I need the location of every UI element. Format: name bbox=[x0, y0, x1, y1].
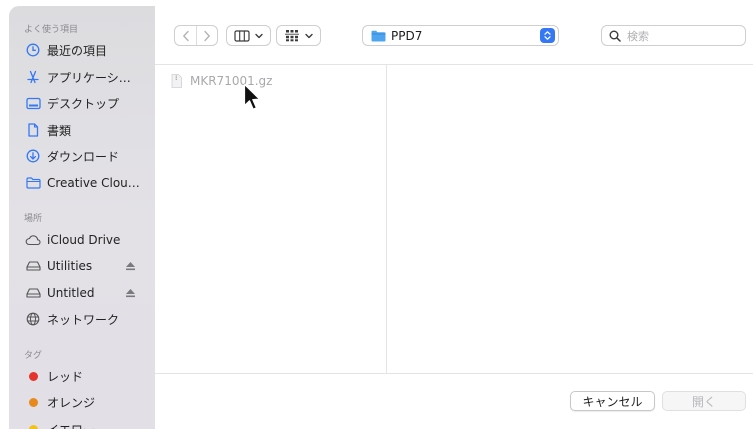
sidebar-item-label: Utilities bbox=[47, 259, 93, 273]
search-field[interactable]: 検索 bbox=[601, 25, 746, 46]
group-by-button[interactable] bbox=[276, 25, 321, 46]
sidebar-item-utilities[interactable]: Utilities bbox=[25, 256, 153, 276]
sidebar-item-label: Creative Clou… bbox=[47, 176, 140, 190]
mouse-cursor-icon bbox=[243, 83, 261, 110]
eject-icon[interactable] bbox=[125, 287, 137, 299]
location-popup[interactable]: PPD7 bbox=[362, 25, 559, 46]
sidebar-item-icloud-drive[interactable]: iCloud Drive bbox=[25, 230, 153, 250]
sidebar-item-downloads[interactable]: ダウンロード bbox=[25, 146, 153, 166]
cloud-icon bbox=[25, 232, 41, 248]
sidebar-item-creative-cloud[interactable]: Creative Clou… bbox=[25, 173, 153, 193]
search-icon bbox=[609, 30, 621, 42]
locations-header: 場所 bbox=[24, 214, 43, 224]
yellow-tag-icon bbox=[25, 421, 41, 429]
sidebar-item-label: 書類 bbox=[47, 123, 72, 138]
sidebar-item-untitled[interactable]: Untitled bbox=[25, 283, 153, 303]
location-label: PPD7 bbox=[391, 28, 423, 43]
forward-button[interactable] bbox=[196, 26, 217, 45]
drive-icon bbox=[25, 285, 41, 301]
chevron-down-icon bbox=[305, 33, 313, 38]
orange-tag-icon bbox=[25, 394, 41, 410]
sidebar-item-recents[interactable]: 最近の項目 bbox=[25, 40, 153, 60]
network-icon bbox=[25, 311, 41, 327]
drive-icon bbox=[25, 258, 41, 274]
search-placeholder: 検索 bbox=[627, 29, 649, 43]
sidebar-item-tag-red[interactable]: レッド bbox=[25, 366, 153, 386]
footer-divider bbox=[155, 373, 753, 374]
back-button[interactable] bbox=[175, 26, 196, 45]
document-icon bbox=[25, 122, 41, 138]
chevron-right-icon bbox=[204, 30, 211, 41]
sidebar-item-tag-yellow[interactable]: イエロー bbox=[25, 419, 153, 429]
archive-file-icon bbox=[171, 74, 182, 88]
sidebar-item-label: ネットワーク bbox=[47, 312, 120, 327]
eject-icon[interactable] bbox=[125, 260, 137, 272]
file-browser: PPD7 検索 MKR71001.gz キャンセル 開く bbox=[155, 0, 753, 429]
columns-view-icon bbox=[234, 29, 250, 42]
open-button[interactable]: 開く bbox=[662, 391, 746, 411]
sidebar: よく使う項目 最近の項目 アプリケーシ… デスクトップ 書類 ダウンロード Cr… bbox=[9, 6, 155, 429]
sidebar-item-desktop[interactable]: デスクトップ bbox=[25, 93, 153, 113]
toolbar-divider bbox=[155, 64, 753, 65]
folder-icon bbox=[25, 175, 41, 191]
navigation-buttons bbox=[174, 25, 218, 46]
favorites-header: よく使う項目 bbox=[24, 25, 79, 35]
chevron-down-icon bbox=[255, 33, 263, 38]
sidebar-item-label: イエロー bbox=[47, 421, 95, 429]
cancel-button[interactable]: キャンセル bbox=[570, 391, 655, 411]
sidebar-item-label: 最近の項目 bbox=[47, 43, 108, 58]
sidebar-item-label: オレンジ bbox=[47, 395, 96, 410]
red-tag-icon bbox=[25, 368, 41, 384]
sidebar-item-label: デスクトップ bbox=[47, 96, 120, 111]
applications-icon bbox=[25, 69, 41, 85]
up-down-chevron-icon bbox=[540, 28, 555, 43]
sidebar-item-tag-orange[interactable]: オレンジ bbox=[25, 392, 153, 412]
sidebar-item-label: Untitled bbox=[47, 286, 95, 300]
sidebar-item-label: アプリケーシ… bbox=[47, 70, 131, 85]
chevron-left-icon bbox=[182, 30, 189, 41]
tags-header: タグ bbox=[24, 351, 43, 361]
sidebar-item-label: レッド bbox=[47, 369, 84, 384]
sidebar-item-network[interactable]: ネットワーク bbox=[25, 309, 153, 329]
sidebar-item-label: iCloud Drive bbox=[47, 233, 121, 247]
download-icon bbox=[25, 148, 41, 164]
sidebar-item-applications[interactable]: アプリケーシ… bbox=[25, 67, 153, 87]
sidebar-item-label: ダウンロード bbox=[47, 149, 120, 164]
view-mode-button[interactable] bbox=[226, 25, 271, 46]
sidebar-item-documents[interactable]: 書類 bbox=[25, 120, 153, 140]
column-divider[interactable] bbox=[386, 65, 387, 373]
group-grid-icon bbox=[285, 30, 299, 42]
clock-icon bbox=[25, 42, 41, 58]
folder-icon bbox=[371, 30, 386, 41]
desktop-icon bbox=[25, 95, 41, 111]
